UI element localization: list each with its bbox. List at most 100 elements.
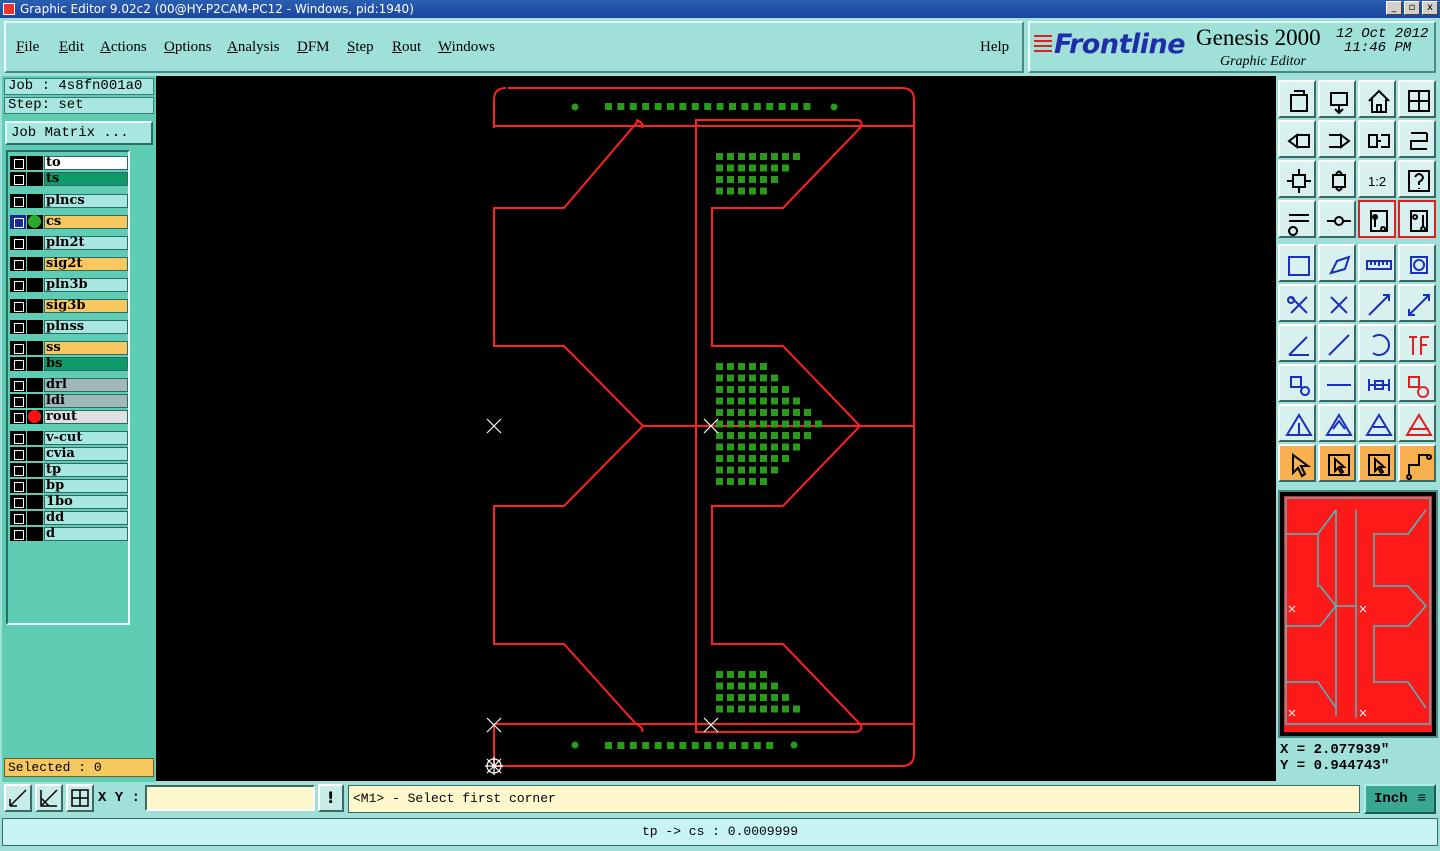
layer-row-sig2t[interactable]: sig2t xyxy=(10,257,128,271)
flip-button[interactable] xyxy=(1358,120,1396,158)
layer-name[interactable]: rout xyxy=(44,410,128,424)
layer-name[interactable]: plncs xyxy=(44,194,128,208)
move-button[interactable] xyxy=(1358,284,1396,322)
layer-color-indicator[interactable] xyxy=(27,172,43,186)
layer-name[interactable]: ts xyxy=(44,172,128,186)
layer-name[interactable]: bs xyxy=(44,357,128,371)
measure-mode-button[interactable] xyxy=(35,784,63,812)
layer-name[interactable]: to xyxy=(44,156,128,170)
delete-button[interactable] xyxy=(1318,284,1356,322)
layer-color-indicator[interactable] xyxy=(27,320,43,334)
menu-actions[interactable]: Actions xyxy=(100,39,147,56)
group-button[interactable] xyxy=(1398,364,1436,402)
layer-checkbox[interactable] xyxy=(10,495,26,509)
layer-checkbox[interactable] xyxy=(10,215,26,229)
xy-input[interactable] xyxy=(145,785,315,811)
layer-checkbox[interactable] xyxy=(10,431,26,445)
layer-name[interactable]: d xyxy=(44,527,128,541)
triangle-d-button[interactable] xyxy=(1398,404,1436,442)
pan-right-button[interactable] xyxy=(1318,120,1356,158)
menu-step[interactable]: Step xyxy=(347,39,374,56)
layer-name[interactable]: pln2t xyxy=(44,236,128,250)
layer-color-indicator[interactable] xyxy=(27,394,43,408)
layer-row-v-cut[interactable]: v-cut xyxy=(10,431,128,445)
layer-color-indicator[interactable] xyxy=(27,511,43,525)
alert-button[interactable]: ! xyxy=(318,784,344,812)
layer-row-sig3b[interactable]: sig3b xyxy=(10,299,128,313)
menu-file[interactable]: File xyxy=(16,39,39,56)
snap-mode-button[interactable] xyxy=(4,784,32,812)
select-poly-button[interactable] xyxy=(1318,244,1356,282)
layer-row-ldi[interactable]: ldi xyxy=(10,394,128,408)
pan-left-button[interactable] xyxy=(1278,120,1316,158)
layer-color-indicator[interactable] xyxy=(27,215,43,229)
layer-row-dd[interactable]: dd xyxy=(10,511,128,525)
layer-color-indicator[interactable] xyxy=(27,495,43,509)
pad-button[interactable] xyxy=(1398,244,1436,282)
layer-checkbox[interactable] xyxy=(10,299,26,313)
layer-row-bp[interactable]: bp xyxy=(10,479,128,493)
layer-color-indicator[interactable] xyxy=(27,357,43,371)
layer-row-pln2t[interactable]: pln2t xyxy=(10,236,128,250)
line-button[interactable] xyxy=(1318,324,1356,362)
menu-options[interactable]: Options xyxy=(164,39,212,56)
layer-color-indicator[interactable] xyxy=(27,410,43,424)
layer-name[interactable]: ss xyxy=(44,341,128,355)
triangle-b-button[interactable] xyxy=(1318,404,1356,442)
layer-name[interactable]: sig3b xyxy=(44,299,128,313)
pointer-circle-button[interactable] xyxy=(1358,444,1396,482)
scale-1-2-button[interactable]: 1:2 xyxy=(1358,160,1396,198)
layer-checkbox[interactable] xyxy=(10,447,26,461)
measure-button[interactable] xyxy=(1358,364,1396,402)
menu-edit[interactable]: Edit xyxy=(59,39,84,56)
layer-row-drl[interactable]: drl xyxy=(10,378,128,392)
layer-checkbox[interactable] xyxy=(10,394,26,408)
layer-row-rout[interactable]: rout xyxy=(10,410,128,424)
layer-color-indicator[interactable] xyxy=(27,278,43,292)
layer-name[interactable]: pln3b xyxy=(44,278,128,292)
layer-color-indicator[interactable] xyxy=(27,156,43,170)
job-matrix-button[interactable]: Job Matrix ... xyxy=(5,121,153,145)
layer-checkbox[interactable] xyxy=(10,527,26,541)
layer-checkbox[interactable] xyxy=(10,357,26,371)
layer-color-indicator[interactable] xyxy=(27,479,43,493)
layer-compare-button[interactable] xyxy=(1358,200,1396,238)
net-compare-button[interactable] xyxy=(1398,200,1436,238)
layer-row-plncs[interactable]: plncs xyxy=(10,194,128,208)
layer-row-bs[interactable]: bs xyxy=(10,357,128,371)
layer-checkbox[interactable] xyxy=(10,236,26,250)
menu-dfm[interactable]: DFM xyxy=(297,39,330,56)
maximize-button[interactable]: ▫ xyxy=(1404,1,1420,15)
layer-checkbox[interactable] xyxy=(10,320,26,334)
layer-name[interactable]: bp xyxy=(44,479,128,493)
home-button[interactable] xyxy=(1278,80,1316,118)
net-button[interactable] xyxy=(1278,284,1316,322)
pointer-button[interactable] xyxy=(1278,444,1316,482)
layer-row-d[interactable]: d xyxy=(10,527,128,541)
layer-name[interactable]: v-cut xyxy=(44,431,128,445)
minimize-button[interactable]: _ xyxy=(1386,1,1402,15)
layer-row-cvia[interactable]: cvia xyxy=(10,447,128,461)
tools-button[interactable] xyxy=(1278,200,1316,238)
layer-checkbox[interactable] xyxy=(10,341,26,355)
layer-name[interactable]: cs xyxy=(44,215,128,229)
layer-name[interactable]: tp xyxy=(44,463,128,477)
layer-name[interactable]: cvia xyxy=(44,447,128,461)
layer-color-indicator[interactable] xyxy=(27,527,43,541)
layer-name[interactable]: 1bo xyxy=(44,495,128,509)
copy-button[interactable] xyxy=(1398,284,1436,322)
split-view-button[interactable] xyxy=(1398,80,1436,118)
grid-mode-button[interactable] xyxy=(66,784,94,812)
fill-button[interactable] xyxy=(1278,244,1316,282)
house-button[interactable] xyxy=(1358,80,1396,118)
layer-name[interactable]: sig2t xyxy=(44,257,128,271)
menu-rout[interactable]: Rout xyxy=(392,39,421,56)
help-button[interactable] xyxy=(1398,160,1436,198)
layer-checkbox[interactable] xyxy=(10,172,26,186)
pointer-box-button[interactable] xyxy=(1318,444,1356,482)
zoom-back-button[interactable] xyxy=(1318,80,1356,118)
layer-color-indicator[interactable] xyxy=(27,378,43,392)
layer-checkbox[interactable] xyxy=(10,257,26,271)
angle-button[interactable] xyxy=(1278,324,1316,362)
split-line-button[interactable] xyxy=(1318,364,1356,402)
